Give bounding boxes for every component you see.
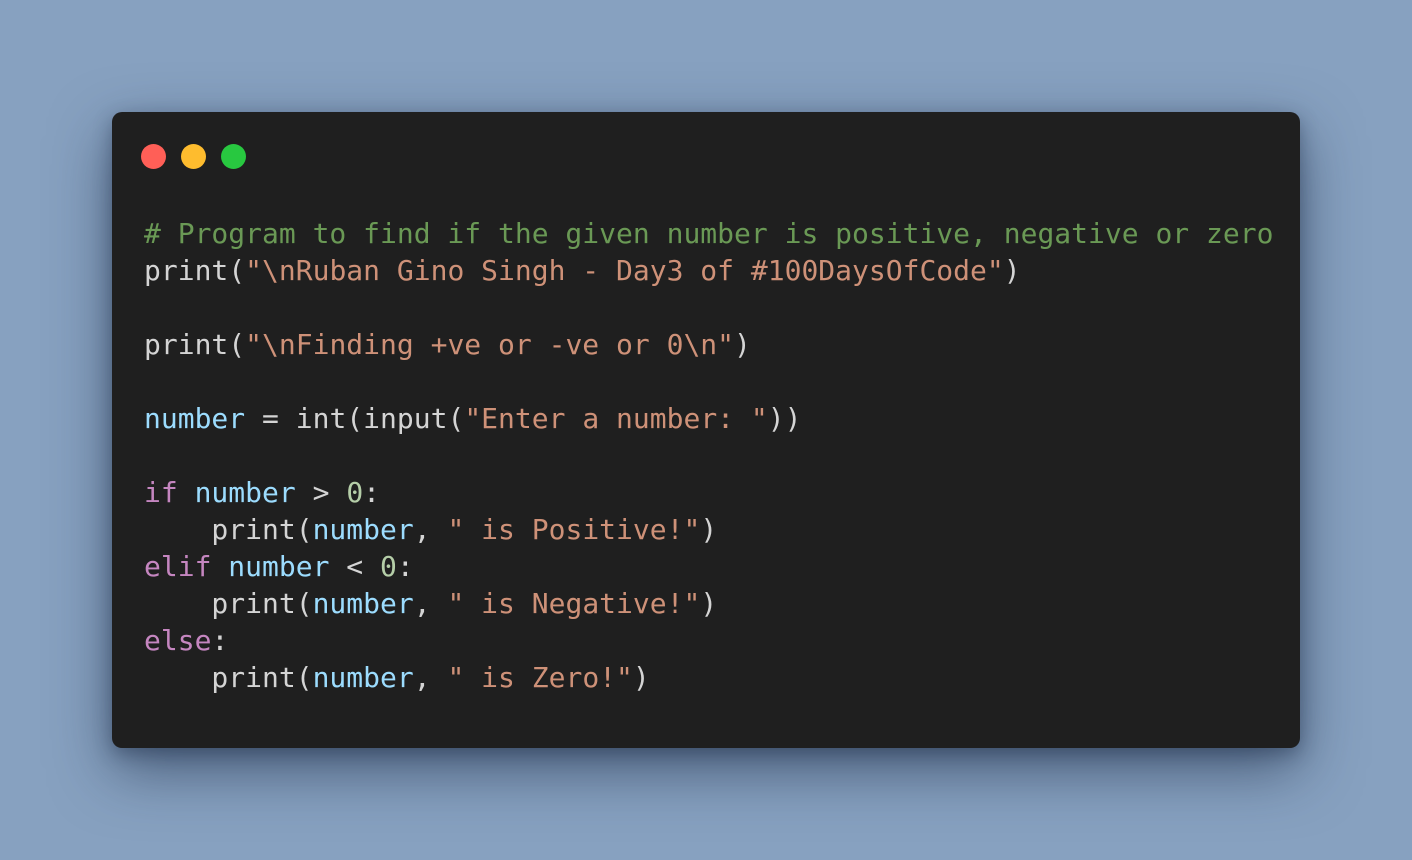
code-token-default: print( — [144, 513, 313, 546]
zoom-button[interactable] — [221, 144, 246, 169]
code-line: elif number < 0: — [144, 548, 1273, 585]
code-line: print("\nRuban Gino Singh - Day3 of #100… — [144, 252, 1273, 289]
code-token-variable: number — [228, 550, 330, 583]
code-line: print("\nFinding +ve or -ve or 0\n") — [144, 326, 1273, 363]
code-token-string: "\nRuban Gino Singh - Day3 of #100DaysOf… — [245, 254, 1004, 287]
code-token-keyword: else — [144, 624, 212, 657]
code-window: # Program to find if the given number is… — [112, 112, 1300, 748]
code-block: # Program to find if the given number is… — [144, 215, 1273, 696]
code-token-default: ) — [700, 513, 718, 546]
close-button[interactable] — [141, 144, 166, 169]
code-token-default — [211, 550, 228, 583]
code-token-string: "Enter a number: " — [464, 402, 768, 435]
code-token-number: 0 — [346, 476, 364, 509]
code-token-variable: number — [312, 513, 414, 546]
code-token-variable: number — [144, 402, 246, 435]
code-line: print(number, " is Zero!") — [144, 659, 1273, 696]
code-token-default: , — [413, 587, 448, 620]
code-line: # Program to find if the given number is… — [144, 215, 1273, 252]
code-token-keyword: if — [144, 476, 178, 509]
code-token-default: ) — [734, 328, 751, 361]
code-token-string: " is Positive!" — [447, 513, 701, 546]
code-token-string: "\nFinding +ve or -ve or 0\n" — [245, 328, 735, 361]
code-line: if number > 0: — [144, 474, 1273, 511]
code-line: number = int(input("Enter a number: ")) — [144, 400, 1273, 437]
code-token-default: ) — [632, 661, 650, 694]
code-token-default: = int(input( — [245, 402, 465, 435]
code-token-number: 0 — [380, 550, 397, 583]
code-token-default: print( — [144, 587, 313, 620]
code-token-comment: # Program to find if the given number is… — [144, 217, 1274, 250]
code-token-default: , — [413, 661, 448, 694]
code-token-variable: number — [312, 661, 414, 694]
code-token-variable: number — [312, 587, 414, 620]
code-token-variable: number — [194, 476, 296, 509]
code-token-default: : — [363, 476, 381, 509]
code-token-default: : — [211, 624, 229, 657]
code-token-default: : — [396, 550, 414, 583]
code-token-default: > — [295, 476, 347, 509]
code-token-default: )) — [767, 402, 802, 435]
code-token-default: ) — [700, 587, 718, 620]
code-token-default — [178, 476, 195, 509]
code-line: print(number, " is Negative!") — [144, 585, 1273, 622]
code-token-default: print( — [144, 254, 246, 287]
code-token-default: , — [413, 513, 448, 546]
code-line: print(number, " is Positive!") — [144, 511, 1273, 548]
code-token-default: ) — [1003, 254, 1021, 287]
code-token-string: " is Zero!" — [447, 661, 633, 694]
code-token-default: < — [329, 550, 381, 583]
code-token-keyword: elif — [144, 550, 212, 583]
minimize-button[interactable] — [181, 144, 206, 169]
code-token-default: print( — [144, 661, 313, 694]
code-line: else: — [144, 622, 1273, 659]
code-token-string: " is Negative!" — [447, 587, 701, 620]
code-token-default: print( — [144, 328, 246, 361]
